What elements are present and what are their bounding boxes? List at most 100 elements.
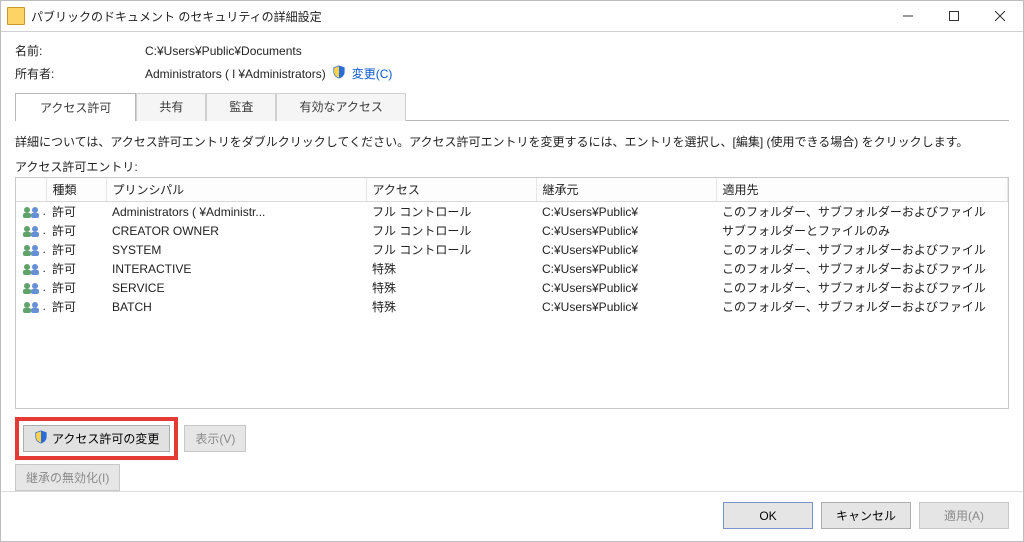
permission-table-wrap[interactable]: 種類 プリンシパル アクセス 継承元 適用先 許可Administrators … bbox=[15, 177, 1009, 409]
row-applies: このフォルダー、サブフォルダーおよびファイル bbox=[716, 278, 1008, 297]
table-row[interactable]: 許可BATCH特殊C:¥Users¥Public¥このフォルダー、サブフォルダー… bbox=[16, 297, 1008, 316]
view-button[interactable]: 表示(V) bbox=[184, 425, 246, 452]
col-applies[interactable]: 適用先 bbox=[716, 178, 1008, 202]
row-icon-cell bbox=[16, 202, 46, 222]
minimize-button[interactable] bbox=[885, 1, 931, 31]
row-icon-cell bbox=[16, 240, 46, 259]
row-principal: BATCH bbox=[106, 297, 366, 316]
close-icon bbox=[995, 11, 1005, 21]
row-applies: このフォルダー、サブフォルダーおよびファイル bbox=[716, 202, 1008, 222]
cancel-button[interactable]: キャンセル bbox=[821, 502, 911, 529]
permission-table: 種類 プリンシパル アクセス 継承元 適用先 許可Administrators … bbox=[16, 178, 1008, 316]
row-inherited: C:¥Users¥Public¥ bbox=[536, 221, 716, 240]
name-label: 名前: bbox=[15, 42, 145, 59]
tab-share[interactable]: 共有 bbox=[136, 93, 206, 121]
owner-row: 所有者: Administrators ( l ¥Administrators)… bbox=[15, 65, 1009, 82]
entries-label: アクセス許可エントリ: bbox=[15, 158, 1009, 175]
disable-inheritance-label: 継承の無効化(I) bbox=[26, 469, 109, 486]
dialog-content: 名前: C:¥Users¥Public¥Documents 所有者: Admin… bbox=[1, 32, 1023, 491]
owner-label: 所有者: bbox=[15, 65, 145, 82]
row-icon-cell bbox=[16, 259, 46, 278]
highlight-box: アクセス許可の変更 bbox=[15, 417, 178, 460]
owner-value: Administrators ( l ¥Administrators) 変更(C… bbox=[145, 65, 392, 82]
users-icon bbox=[22, 205, 42, 219]
row-applies: このフォルダー、サブフォルダーおよびファイル bbox=[716, 240, 1008, 259]
name-row: 名前: C:¥Users¥Public¥Documents bbox=[15, 42, 1009, 59]
table-row[interactable]: 許可SYSTEMフル コントロールC:¥Users¥Public¥このフォルダー… bbox=[16, 240, 1008, 259]
tab-permissions[interactable]: アクセス許可 bbox=[15, 93, 136, 121]
cancel-label: キャンセル bbox=[836, 507, 896, 524]
row-access: フル コントロール bbox=[366, 221, 536, 240]
col-icon[interactable] bbox=[16, 178, 46, 202]
row-type: 許可 bbox=[46, 278, 106, 297]
row-icon-cell bbox=[16, 297, 46, 316]
description-text: 詳細については、アクセス許可エントリをダブルクリックしてください。アクセス許可エ… bbox=[15, 133, 1009, 150]
ok-label: OK bbox=[759, 509, 776, 523]
row-type: 許可 bbox=[46, 240, 106, 259]
change-permissions-button[interactable]: アクセス許可の変更 bbox=[23, 425, 170, 452]
dialog-footer: OK キャンセル 適用(A) bbox=[1, 491, 1023, 541]
row-principal: Administrators ( ¥Administr... bbox=[106, 202, 366, 222]
row-inherited: C:¥Users¥Public¥ bbox=[536, 297, 716, 316]
row-access: フル コントロール bbox=[366, 240, 536, 259]
table-row[interactable]: 許可CREATOR OWNERフル コントロールC:¥Users¥Public¥… bbox=[16, 221, 1008, 240]
row-inherited: C:¥Users¥Public¥ bbox=[536, 240, 716, 259]
disable-inheritance-row: 継承の無効化(I) bbox=[15, 464, 1009, 491]
tab-audit[interactable]: 監査 bbox=[206, 93, 276, 121]
name-value: C:¥Users¥Public¥Documents bbox=[145, 44, 302, 58]
row-principal: CREATOR OWNER bbox=[106, 221, 366, 240]
row-principal: SERVICE bbox=[106, 278, 366, 297]
folder-icon bbox=[7, 7, 25, 25]
row-applies: このフォルダー、サブフォルダーおよびファイル bbox=[716, 297, 1008, 316]
row-icon-cell bbox=[16, 221, 46, 240]
row-access: フル コントロール bbox=[366, 202, 536, 222]
users-icon bbox=[22, 224, 42, 238]
row-principal: INTERACTIVE bbox=[106, 259, 366, 278]
apply-button[interactable]: 適用(A) bbox=[919, 502, 1009, 529]
users-icon bbox=[22, 281, 42, 295]
apply-label: 適用(A) bbox=[944, 507, 984, 524]
table-row[interactable]: 許可Administrators ( ¥Administr...フル コントロー… bbox=[16, 202, 1008, 222]
table-header-row: 種類 プリンシパル アクセス 継承元 適用先 bbox=[16, 178, 1008, 202]
users-icon bbox=[22, 243, 42, 257]
row-applies: サブフォルダーとファイルのみ bbox=[716, 221, 1008, 240]
shield-icon bbox=[34, 430, 48, 447]
shield-icon bbox=[332, 65, 346, 82]
col-type[interactable]: 種類 bbox=[46, 178, 106, 202]
table-row[interactable]: 許可INTERACTIVE特殊C:¥Users¥Public¥このフォルダー、サ… bbox=[16, 259, 1008, 278]
col-principal[interactable]: プリンシパル bbox=[106, 178, 366, 202]
row-type: 許可 bbox=[46, 221, 106, 240]
tab-effective-access[interactable]: 有効なアクセス bbox=[276, 93, 405, 121]
row-type: 許可 bbox=[46, 202, 106, 222]
maximize-icon bbox=[949, 11, 959, 21]
ok-button[interactable]: OK bbox=[723, 502, 813, 529]
row-inherited: C:¥Users¥Public¥ bbox=[536, 278, 716, 297]
col-inherited[interactable]: 継承元 bbox=[536, 178, 716, 202]
owner-text: Administrators ( l ¥Administrators) bbox=[145, 67, 326, 81]
change-owner-link[interactable]: 変更(C) bbox=[352, 65, 393, 82]
row-access: 特殊 bbox=[366, 259, 536, 278]
row-access: 特殊 bbox=[366, 297, 536, 316]
window-controls bbox=[885, 1, 1023, 31]
row-principal: SYSTEM bbox=[106, 240, 366, 259]
row-inherited: C:¥Users¥Public¥ bbox=[536, 259, 716, 278]
row-type: 許可 bbox=[46, 297, 106, 316]
titlebar: パブリックのドキュメント のセキュリティの詳細設定 bbox=[1, 1, 1023, 32]
table-row[interactable]: 許可SERVICE特殊C:¥Users¥Public¥このフォルダー、サブフォル… bbox=[16, 278, 1008, 297]
maximize-button[interactable] bbox=[931, 1, 977, 31]
security-dialog: パブリックのドキュメント のセキュリティの詳細設定 名前: C:¥Users¥P… bbox=[0, 0, 1024, 542]
row-applies: このフォルダー、サブフォルダーおよびファイル bbox=[716, 259, 1008, 278]
minimize-icon bbox=[903, 11, 913, 21]
row-inherited: C:¥Users¥Public¥ bbox=[536, 202, 716, 222]
row-type: 許可 bbox=[46, 259, 106, 278]
close-button[interactable] bbox=[977, 1, 1023, 31]
tab-strip: アクセス許可 共有 監査 有効なアクセス bbox=[15, 92, 1009, 121]
row-access: 特殊 bbox=[366, 278, 536, 297]
view-button-label: 表示(V) bbox=[195, 430, 235, 447]
window-title: パブリックのドキュメント のセキュリティの詳細設定 bbox=[31, 8, 885, 25]
row-icon-cell bbox=[16, 278, 46, 297]
disable-inheritance-button[interactable]: 継承の無効化(I) bbox=[15, 464, 120, 491]
action-row: アクセス許可の変更 表示(V) bbox=[15, 417, 1009, 460]
col-access[interactable]: アクセス bbox=[366, 178, 536, 202]
change-permissions-label: アクセス許可の変更 bbox=[52, 430, 159, 447]
